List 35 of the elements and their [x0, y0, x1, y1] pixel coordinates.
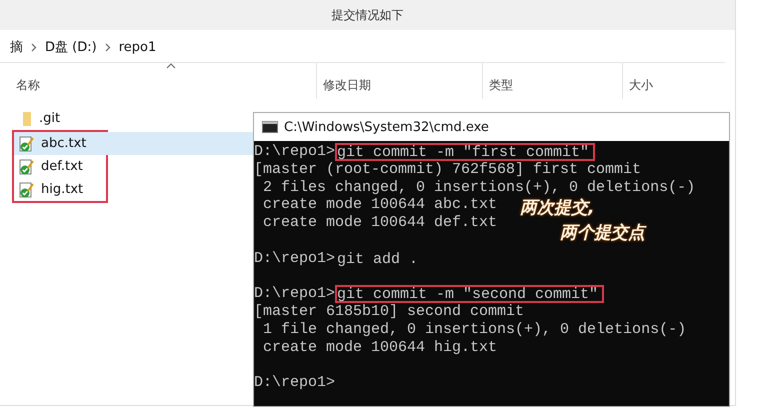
- checked-file-icon: [19, 158, 35, 174]
- breadcrumb-item[interactable]: repo1: [118, 40, 156, 54]
- column-header[interactable]: 类型: [482, 63, 622, 99]
- console-title: C:\Windows\System32\cmd.exe: [284, 120, 489, 134]
- prompt-text: D:\repo1>: [254, 250, 336, 268]
- command-text: git add .: [336, 250, 420, 268]
- window-title: 提交情况如下: [332, 6, 404, 24]
- annotation-text: 两次提交,: [520, 197, 596, 219]
- column-header[interactable]: 大小: [622, 63, 712, 99]
- chevron-right-icon: [31, 42, 37, 52]
- command-text: git commit -m ″first commit″: [335, 143, 596, 161]
- annotation-text: 两个提交点: [560, 222, 645, 244]
- column-header[interactable]: 名称: [16, 63, 316, 99]
- file-row[interactable]: abc.txt: [14, 132, 254, 155]
- prompt-text: D:\repo1>: [254, 374, 336, 392]
- prompt-text: D:\repo1>: [254, 285, 336, 304]
- output-text: [master 6185b10] second commit: [254, 303, 524, 321]
- breadcrumb-item[interactable]: D盘 (D:): [45, 38, 97, 56]
- output-text: 1 file changed, 0 insertions(+), 0 deletions(-): [262, 320, 686, 339]
- prompt-text: D:\repo1>: [254, 143, 336, 161]
- output-text: 2 files changed, 0 insertions(+), 0 deletions(-): [262, 178, 696, 196]
- console-icon: [262, 121, 278, 133]
- checked-file-icon: [19, 136, 35, 152]
- file-row[interactable]: .git: [14, 107, 254, 130]
- checked-file-icon: [19, 182, 35, 198]
- breadcrumb-item[interactable]: 摘: [10, 38, 23, 56]
- chevron-right-icon: [104, 42, 111, 52]
- command-text: git commit -m ″second commit″: [335, 285, 604, 304]
- file-row[interactable]: def.txt: [14, 155, 254, 178]
- output-text: [master (root-commit) 762f568] first commit: [254, 160, 642, 179]
- output-text: create mode 100644 abc.txt: [262, 196, 498, 214]
- file-row[interactable]: hig.txt: [14, 178, 254, 201]
- column-header[interactable]: 修改日期: [316, 63, 482, 99]
- output-text: create mode 100644 def.txt: [262, 214, 498, 232]
- output-text: create mode 100644 hig.txt: [262, 338, 498, 357]
